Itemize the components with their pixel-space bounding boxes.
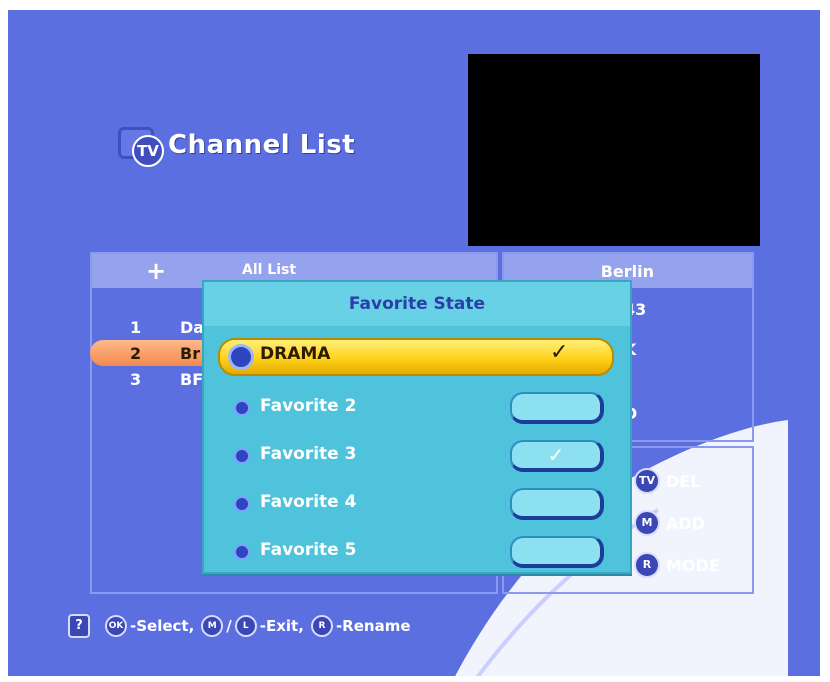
delete-key-hint[interactable]: TV DEL xyxy=(634,468,700,494)
help-bar: ? OK -Select, M / L -Exit, R -Rename xyxy=(68,614,411,638)
exit-hint: -Exit, xyxy=(259,617,304,635)
slash: / xyxy=(226,617,232,635)
favorite-label: Favorite 4 xyxy=(260,492,357,512)
m-button-icon: M xyxy=(201,615,224,637)
favorite-checkbox[interactable] xyxy=(510,536,604,568)
channel-name: Br xyxy=(180,344,201,363)
key-label: DEL xyxy=(666,471,701,491)
channel-number: 1 xyxy=(130,318,142,337)
tv-button-icon: TV xyxy=(634,468,660,494)
favorite-item[interactable]: Favorite 3 ✓ xyxy=(204,436,630,476)
favorite-label: Favorite 3 xyxy=(260,444,357,464)
plus-icon[interactable]: + xyxy=(146,259,166,283)
help-icon: ? xyxy=(68,614,90,638)
bullet-icon xyxy=(234,544,250,560)
ok-button-icon: OK xyxy=(105,615,127,637)
tv-screen: TV Channel List + All List 1 Da 2 Br 3 B… xyxy=(8,10,820,676)
favorite-checkbox[interactable] xyxy=(510,392,604,424)
mode-key-hint[interactable]: R MODE xyxy=(634,552,720,578)
favorite-label: DRAMA xyxy=(260,344,331,364)
check-icon: ✓ xyxy=(550,340,569,365)
favorite-checkbox[interactable] xyxy=(510,488,604,520)
bullet-icon xyxy=(234,448,250,464)
video-preview xyxy=(468,54,760,246)
add-key-hint[interactable]: M ADD xyxy=(634,510,705,536)
bullet-icon xyxy=(228,344,254,370)
bullet-icon xyxy=(234,400,250,416)
key-label: MODE xyxy=(666,555,720,575)
select-hint: -Select, xyxy=(130,617,195,635)
channel-name: Da xyxy=(180,318,205,337)
channel-number: 2 xyxy=(130,344,142,363)
rename-hint: -Rename xyxy=(335,617,411,635)
favorite-item[interactable]: Favorite 2 xyxy=(204,388,630,428)
r-button-icon: R xyxy=(634,552,660,578)
channel-name: BF xyxy=(180,370,204,389)
favorite-label: Favorite 2 xyxy=(260,396,357,416)
channel-row-selected[interactable]: 2 Br xyxy=(90,340,214,366)
l-button-icon: L xyxy=(234,615,257,637)
favorite-state-dialog: Favorite State DRAMA ✓ Favorite 2 Favori… xyxy=(202,280,632,574)
favorite-checkbox[interactable]: ✓ xyxy=(510,440,604,472)
favorite-label: Favorite 5 xyxy=(260,540,357,560)
bullet-icon xyxy=(234,496,250,512)
city-label: Berlin xyxy=(600,262,654,281)
page-header: TV Channel List xyxy=(118,120,355,170)
channel-number: 3 xyxy=(130,370,142,389)
list-title: All List xyxy=(242,262,297,278)
r-button-icon: R xyxy=(310,615,333,637)
page-title: Channel List xyxy=(168,130,356,160)
tv-icon: TV xyxy=(118,125,164,167)
favorite-item[interactable]: Favorite 5 xyxy=(204,532,630,572)
key-label: ADD xyxy=(666,513,705,533)
dialog-title: Favorite State xyxy=(204,282,630,326)
m-button-icon: M xyxy=(634,510,660,536)
favorite-item[interactable]: Favorite 4 xyxy=(204,484,630,524)
favorite-item-selected[interactable]: DRAMA ✓ xyxy=(204,338,630,378)
